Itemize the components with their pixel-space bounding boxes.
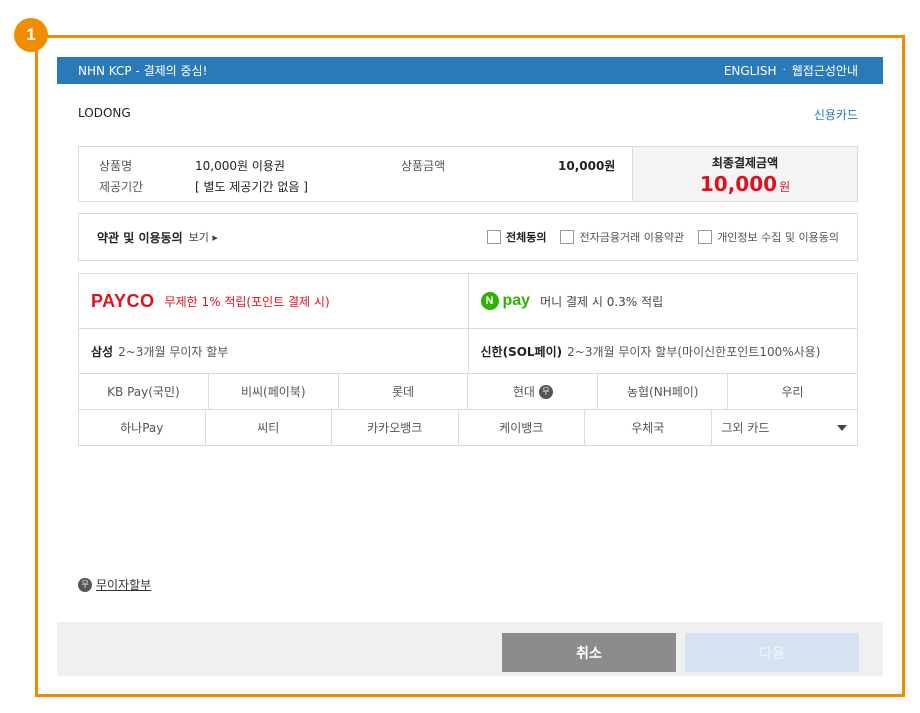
merchant-name: LODONG bbox=[78, 106, 131, 120]
card-option-kb[interactable]: KB Pay(국민) bbox=[79, 374, 208, 409]
card-selection: PAYCO 무제한 1% 적립(포인트 결제 시) N pay 머니 결제 시 … bbox=[78, 273, 858, 446]
agree-finance-label: 전자금융거래 이용약관 bbox=[579, 231, 685, 244]
bank-promo-row: 삼성 2~3개월 무이자 할부 신한(SOL페이) 2~3개월 무이자 할부(마… bbox=[78, 329, 858, 374]
next-button[interactable]: 다음 bbox=[685, 633, 859, 672]
payco-promo-text: 무제한 1% 적립(포인트 결제 시) bbox=[164, 294, 330, 309]
footer-bar: 취소 다음 bbox=[57, 622, 883, 676]
checkbox-icon[interactable] bbox=[560, 230, 575, 244]
total-amount-line: 10,000 원 bbox=[633, 172, 857, 196]
total-unit: 원 bbox=[779, 180, 791, 194]
card-grid-row-2: 하나Pay 씨티 카카오뱅크 케이뱅크 우체국 그외 카드 bbox=[78, 410, 858, 446]
product-name-label: 상품명 bbox=[99, 159, 133, 173]
interest-free-icon: 무 bbox=[538, 384, 553, 399]
npay-logo-text: pay bbox=[502, 292, 531, 309]
easy-pay-row: PAYCO 무제한 1% 적립(포인트 결제 시) N pay 머니 결제 시 … bbox=[78, 273, 858, 329]
payco-option[interactable]: PAYCO 무제한 1% 적립(포인트 결제 시) bbox=[79, 274, 468, 328]
step-badge: 1 bbox=[14, 18, 48, 52]
total-amount: 10,000 bbox=[699, 172, 778, 196]
shinhan-name: 신한(SOL페이) bbox=[480, 344, 563, 359]
npay-promo-text: 머니 결제 시 0.3% 적립 bbox=[540, 294, 664, 309]
card-option-post[interactable]: 우체국 bbox=[584, 410, 711, 445]
period-value: [ 별도 제공기간 없음 ] bbox=[195, 180, 308, 194]
accessibility-link[interactable]: 웹접근성안내 bbox=[792, 62, 858, 79]
interest-free-icon: 무 bbox=[78, 577, 92, 592]
checkbox-icon[interactable] bbox=[698, 230, 713, 244]
product-name: 10,000원 이용권 bbox=[195, 159, 285, 173]
other-cards-label: 그외 카드 bbox=[721, 421, 770, 435]
checkbox-icon[interactable] bbox=[487, 230, 501, 244]
shinhan-promo-text: 2~3개월 무이자 할부(마이신한포인트100%사용) bbox=[567, 344, 821, 359]
card-option-citi[interactable]: 씨티 bbox=[204, 410, 332, 445]
hyundai-label: 현대 bbox=[512, 385, 535, 399]
payco-logo: PAYCO bbox=[91, 290, 155, 311]
npay-option[interactable]: N pay 머니 결제 시 0.3% 적립 bbox=[467, 274, 858, 328]
other-cards-select[interactable]: 그외 카드 bbox=[710, 410, 858, 445]
terms-view-link[interactable]: 보기 ▸ bbox=[189, 229, 218, 245]
card-option-woori[interactable]: 우리 bbox=[727, 374, 857, 409]
samsung-name: 삼성 bbox=[91, 344, 114, 359]
total-box: 최종결제금액 10,000 원 bbox=[632, 147, 857, 201]
samsung-option[interactable]: 삼성 2~3개월 무이자 할부 bbox=[79, 329, 468, 373]
card-option-kakaobank[interactable]: 카카오뱅크 bbox=[331, 410, 458, 445]
price-label: 상품금액 bbox=[401, 159, 446, 173]
header-links: ENGLISH · 웹접근성안내 bbox=[724, 62, 858, 79]
card-option-nh[interactable]: 농협(NH페이) bbox=[597, 374, 727, 409]
card-option-kbank[interactable]: 케이뱅크 bbox=[457, 410, 585, 445]
card-grid-row-1: KB Pay(국민) 비씨(페이북) 롯데 현대 무 농협(NH페이) 우리 bbox=[78, 374, 858, 410]
agree-all-label: 전체동의 bbox=[506, 231, 547, 244]
agree-finance-checkbox[interactable]: 전자금융거래 이용약관 bbox=[560, 229, 684, 245]
agree-privacy-label: 개인정보 수집 및 이용동의 bbox=[717, 231, 839, 244]
npay-logo: N pay bbox=[480, 292, 531, 310]
header-bar: NHN KCP - 결제의 중심! ENGLISH · 웹접근성안내 bbox=[57, 57, 883, 84]
terms-title: 약관 및 이용동의 bbox=[97, 230, 183, 245]
npay-n-icon: N bbox=[480, 292, 499, 310]
card-option-hyundai[interactable]: 현대 무 bbox=[467, 374, 597, 409]
shinhan-option[interactable]: 신한(SOL페이) 2~3개월 무이자 할부(마이신한포인트100%사용) bbox=[467, 329, 858, 373]
samsung-promo-text: 2~3개월 무이자 할부 bbox=[118, 344, 229, 359]
installment-info: 무 무이자할부 bbox=[78, 576, 151, 593]
agree-privacy-checkbox[interactable]: 개인정보 수집 및 이용동의 bbox=[698, 229, 839, 245]
period-label: 제공기간 bbox=[99, 180, 144, 194]
order-summary: 상품명 10,000원 이용권 제공기간 [ 별도 제공기간 없음 ] 상품금액… bbox=[78, 146, 858, 202]
english-link[interactable]: ENGLISH bbox=[724, 64, 777, 78]
terms-checkboxes: 전체동의 전자금융거래 이용약관 개인정보 수집 및 이용동의 bbox=[487, 229, 839, 245]
card-option-lotte[interactable]: 롯데 bbox=[337, 374, 468, 409]
agree-all-checkbox[interactable]: 전체동의 bbox=[487, 229, 546, 245]
cancel-button[interactable]: 취소 bbox=[502, 633, 676, 672]
payment-method-label: 신용카드 bbox=[813, 108, 858, 122]
chevron-down-icon bbox=[837, 424, 847, 431]
card-option-hana[interactable]: 하나Pay bbox=[79, 410, 205, 445]
card-option-bc[interactable]: 비씨(페이북) bbox=[207, 374, 338, 409]
header-separator: · bbox=[782, 65, 786, 76]
terms-section: 약관 및 이용동의 보기 ▸ 전체동의 전자금융거래 이용약관 개인정보 수집 … bbox=[78, 213, 858, 261]
price-value: 10,000원 bbox=[558, 159, 616, 173]
installment-link[interactable]: 무이자할부 bbox=[96, 576, 151, 593]
total-label: 최종결제금액 bbox=[711, 156, 779, 170]
header-title: NHN KCP - 결제의 중심! bbox=[78, 64, 208, 78]
